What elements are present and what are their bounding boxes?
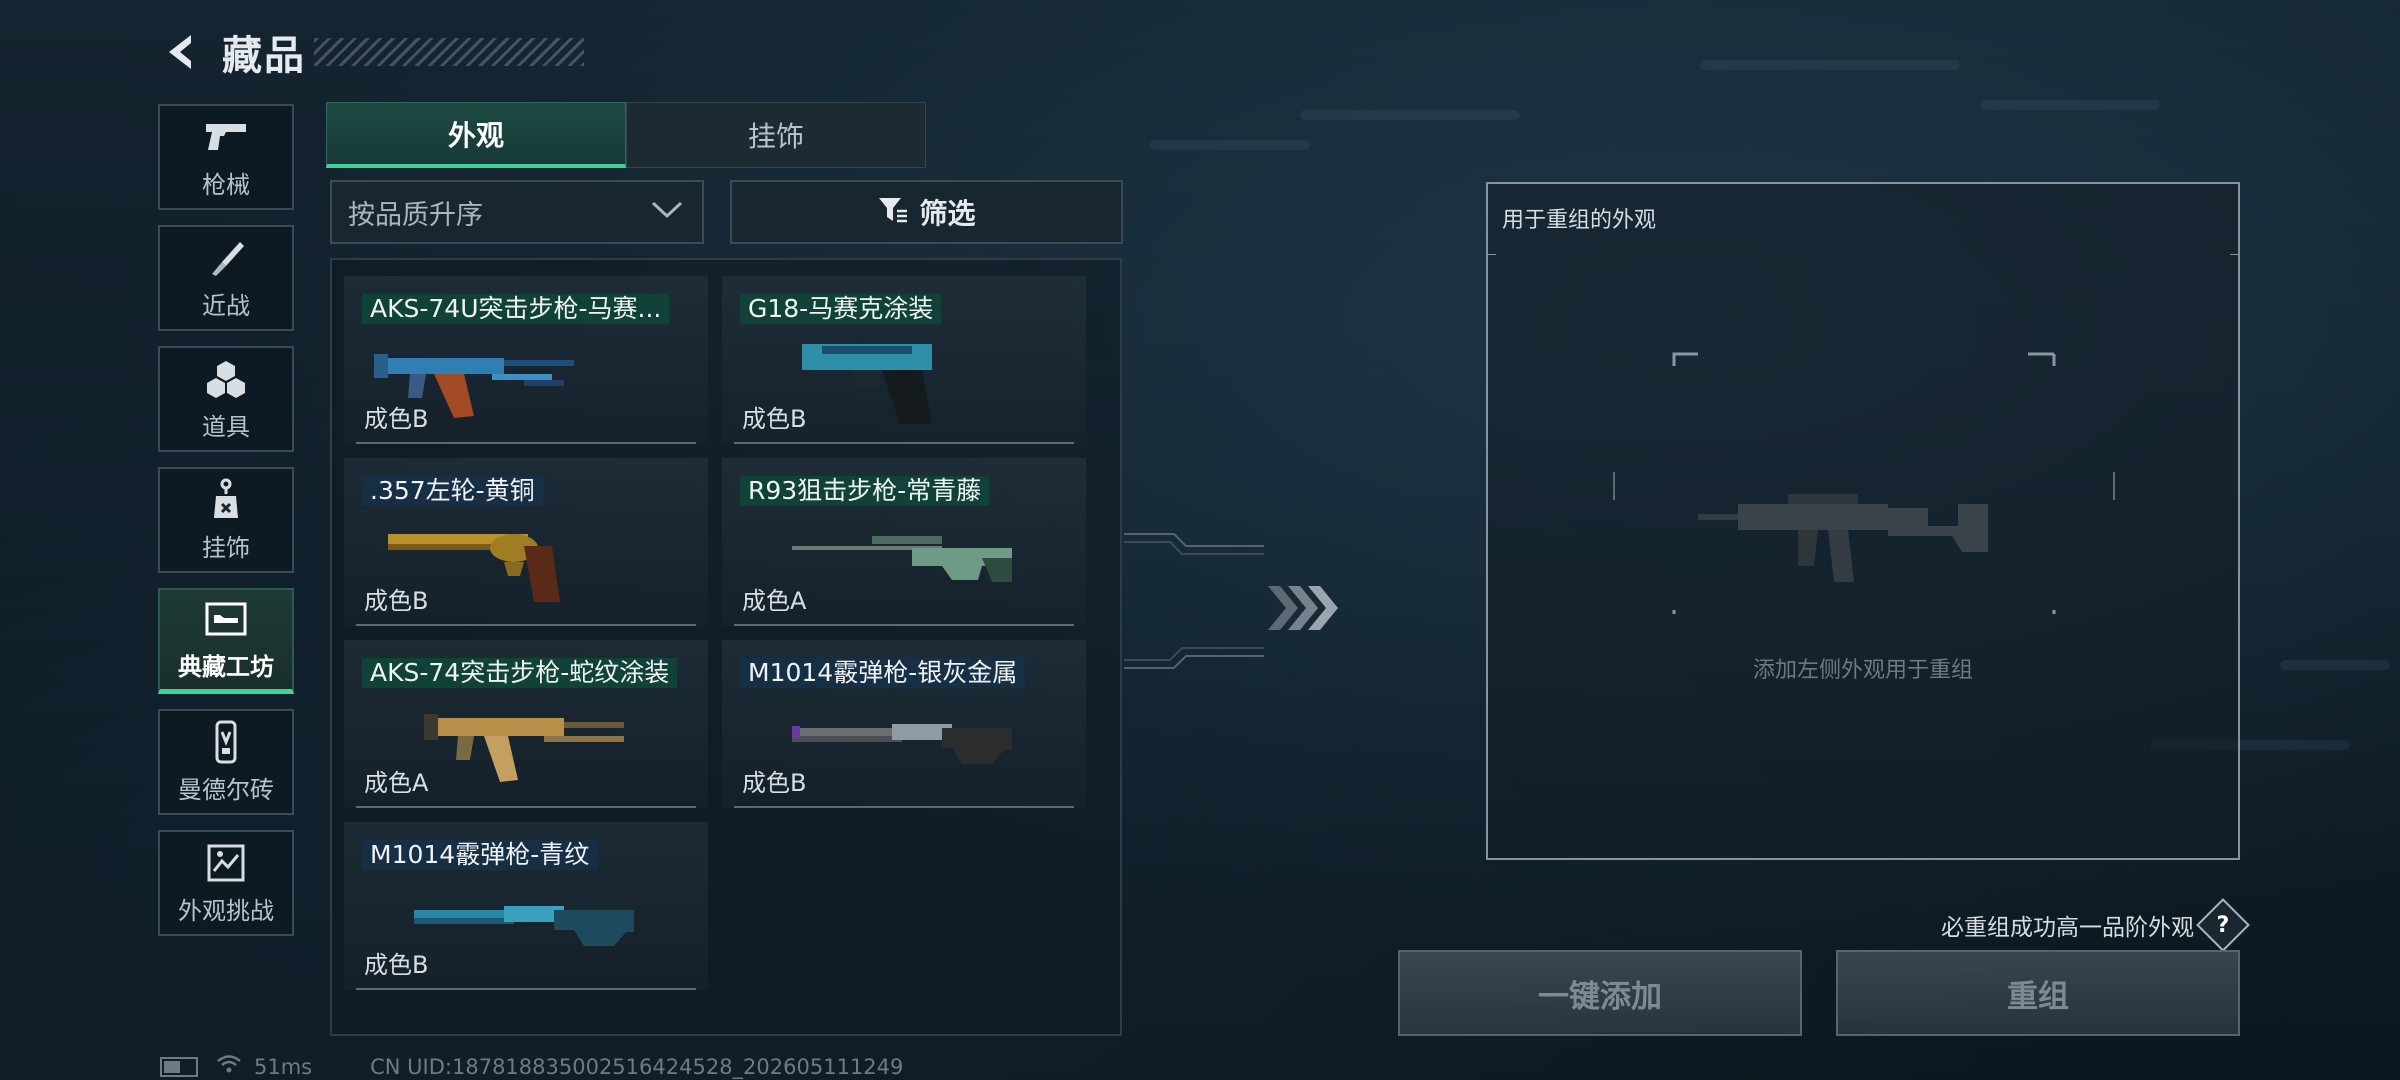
- tab-appearance[interactable]: 外观: [326, 102, 626, 168]
- appearance-card[interactable]: R93狙击步枪-常青藤 成色A: [722, 458, 1086, 626]
- sidebar-item-label: 曼德尔砖: [178, 775, 274, 804]
- item-grade: 成色A: [364, 769, 429, 797]
- workshop-icon: [204, 597, 248, 641]
- pistol-icon: [802, 344, 932, 424]
- sidebar-item-label: 近战: [202, 291, 250, 320]
- help-icon-label: ?: [2216, 912, 2230, 938]
- help-icon[interactable]: ?: [2196, 898, 2250, 952]
- sidebar-item-label: 外观挑战: [178, 896, 274, 925]
- back-arrow-icon[interactable]: [160, 29, 200, 75]
- appearance-card[interactable]: M1014霰弹枪-青纹 成色B: [344, 822, 708, 990]
- reorg-panel-hint: 添加左侧外观用于重组: [1752, 658, 1973, 683]
- item-name: M1014霰弹枪-青纹: [362, 840, 598, 870]
- reorganize-button[interactable]: 重组: [1836, 950, 2240, 1036]
- filter-button-label: 筛选: [919, 197, 976, 230]
- sidebar-item-melee[interactable]: 近战: [158, 225, 294, 331]
- item-name: G18-马赛克涂装: [740, 294, 942, 324]
- sidebar-item-charms[interactable]: 挂饰: [158, 467, 294, 573]
- card-divider: [356, 806, 696, 808]
- item-grade: 成色B: [364, 405, 429, 433]
- filter-icon: [877, 195, 909, 229]
- appearance-card[interactable]: AKS-74突击步枪-蛇纹涂装 成色A: [344, 640, 708, 808]
- brick-icon: [204, 720, 248, 764]
- item-grade: 成色B: [364, 951, 429, 979]
- connector-lines: [1124, 533, 1264, 669]
- item-name: AKS-74U突击步枪-马赛...: [362, 294, 670, 324]
- sidebar-item-workshop[interactable]: 典藏工坊: [158, 588, 294, 694]
- appearance-card[interactable]: G18-马赛克涂装 成色B: [722, 276, 1086, 444]
- item-grade: 成色B: [742, 769, 807, 797]
- rifle-silhouette-icon: [1698, 494, 1988, 582]
- appearance-card[interactable]: M1014霰弹枪-银灰金属 成色B: [722, 640, 1086, 808]
- title-decoration: [314, 38, 584, 66]
- uid-label: CN UID:187818835002516424528_20260511124…: [370, 1054, 904, 1079]
- appearance-card[interactable]: .357左轮-黄铜 成色B: [344, 458, 708, 626]
- sidebar-item-items[interactable]: 道具: [158, 346, 294, 452]
- appearance-grid: AKS-74U突击步枪-马赛... 成色B G18-马赛克涂装 成色B .357…: [330, 258, 1122, 1036]
- charm-icon: [204, 478, 248, 522]
- sidebar-item-label: 挂饰: [202, 533, 250, 562]
- sort-dropdown-label: 按品质升序: [348, 199, 483, 231]
- sidebar-item-label: 道具: [202, 412, 250, 441]
- page-header: 藏品: [160, 22, 584, 82]
- sidebar-item-mandel-brick[interactable]: 曼德尔砖: [158, 709, 294, 815]
- card-divider: [356, 442, 696, 444]
- appearance-card[interactable]: AKS-74U突击步枪-马赛... 成色B: [344, 276, 708, 444]
- grenade-icon: [204, 357, 248, 401]
- tab-charms[interactable]: 挂饰: [626, 102, 926, 168]
- wifi-icon: [216, 1054, 242, 1079]
- reorg-note: 必重组成功高一品阶外观 ?: [1941, 898, 2250, 952]
- chevron-right-icon: [1268, 586, 1338, 630]
- sidebar-item-label: 枪械: [202, 170, 250, 199]
- item-name: M1014霰弹枪-银灰金属: [740, 658, 1026, 688]
- add-all-button[interactable]: 一键添加: [1398, 950, 1802, 1036]
- sidebar-nav: 枪械 近战 道具 挂饰 典藏工坊 曼德尔砖 外观挑战: [158, 104, 296, 951]
- item-name: R93狙击步枪-常青藤: [740, 476, 990, 506]
- sidebar-item-label: 典藏工坊: [178, 653, 274, 681]
- card-divider: [734, 442, 1074, 444]
- filter-button[interactable]: 筛选: [730, 180, 1123, 244]
- challenge-icon: [204, 841, 248, 885]
- reorg-panel-title: 用于重组的外观: [1502, 208, 1657, 233]
- status-bar: 51ms CN UID:187818835002516424528_202605…: [160, 1054, 903, 1079]
- item-grade: 成色B: [364, 587, 429, 615]
- sort-dropdown[interactable]: 按品质升序: [330, 180, 704, 244]
- pistol-icon: [204, 115, 248, 159]
- item-grade: 成色B: [742, 405, 807, 433]
- sidebar-item-challenge[interactable]: 外观挑战: [158, 830, 294, 936]
- card-divider: [356, 624, 696, 626]
- chevron-down-icon: [650, 200, 684, 224]
- item-grade: 成色A: [742, 587, 807, 615]
- item-name: AKS-74突击步枪-蛇纹涂装: [362, 658, 678, 688]
- battery-icon: [160, 1056, 198, 1077]
- knife-icon: [204, 236, 248, 280]
- card-divider: [734, 624, 1074, 626]
- ping-label: 51ms: [254, 1054, 313, 1079]
- card-divider: [356, 988, 696, 990]
- page-title: 藏品: [222, 33, 306, 79]
- item-name: .357左轮-黄铜: [362, 476, 543, 506]
- reorg-note-text: 必重组成功高一品阶外观: [1941, 915, 2194, 941]
- card-divider: [734, 806, 1074, 808]
- tab-bar: 外观 挂饰: [326, 102, 926, 168]
- sidebar-item-guns[interactable]: 枪械: [158, 104, 294, 210]
- reorg-panel: 用于重组的外观 添加左侧外观用于重组: [1486, 182, 2240, 860]
